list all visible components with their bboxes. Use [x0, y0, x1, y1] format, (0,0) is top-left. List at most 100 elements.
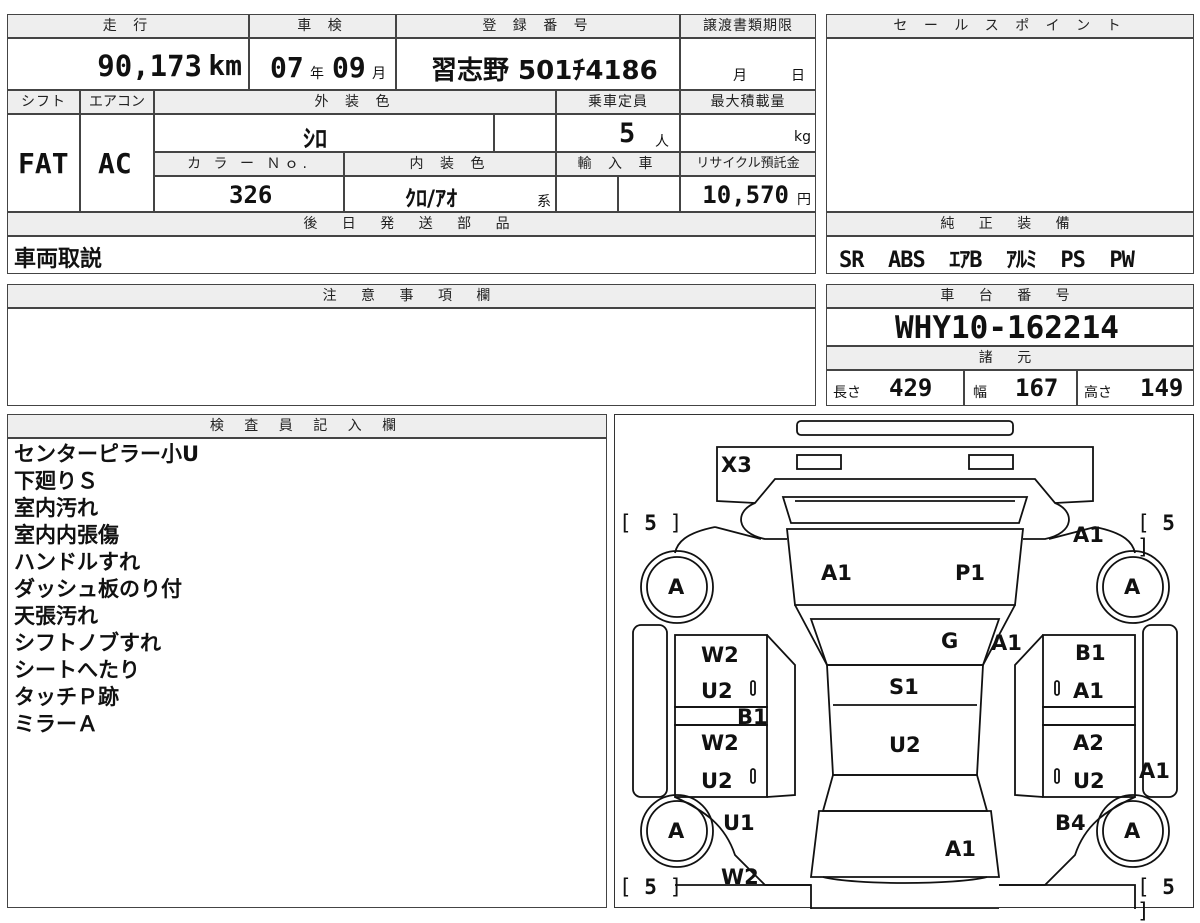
inspector-note: ハンドルすれ — [14, 550, 140, 574]
color-no-cell: 326 — [154, 176, 344, 212]
inspection-header: 車 検 — [249, 14, 396, 38]
later-parts-cell: 車両取説 — [7, 236, 816, 274]
recycle-fee-unit: 円 — [797, 192, 811, 208]
capacity-cell: 5 人 — [556, 114, 680, 152]
tire-grade-rl: A — [668, 819, 685, 843]
spec-height-label: 高さ — [1084, 385, 1112, 401]
interior-color-cell: ｸﾛ/ｱｵ 系 — [344, 176, 556, 212]
genuine-equipment-value: SR ABS ｴｱB ｱﾙﾐ PS PW — [839, 248, 1135, 273]
registration-cell: 習志野 501ﾁ4186 — [396, 38, 680, 90]
damage-label: A1 — [1073, 679, 1104, 703]
damage-label: W2 — [701, 731, 739, 755]
mileage-unit: km — [208, 49, 242, 82]
import-cell-1 — [556, 176, 618, 212]
spec-length-cell: 長さ 429 — [826, 370, 964, 406]
specs-header: 諸 元 — [826, 346, 1194, 370]
spec-width-cell: 幅 167 — [964, 370, 1077, 406]
transfer-deadline-header: 譲渡書類期限 — [680, 14, 816, 38]
transfer-month-unit: 月 — [733, 68, 747, 84]
inspector-note: 下廻りＳ — [14, 469, 98, 493]
chassis-cell: WHY10-162214 — [826, 308, 1194, 346]
shift-cell: FAT — [7, 114, 80, 212]
damage-label: B1 — [737, 705, 768, 729]
registration-value: 習志野 501ﾁ4186 — [431, 56, 658, 86]
tire-grade-fl: A — [668, 575, 685, 599]
tire-grade-fr: A — [1124, 575, 1141, 599]
inspector-note: ダッシュ板のり付 — [14, 577, 182, 601]
capacity-unit: 人 — [655, 134, 669, 150]
mileage-cell: 90,173 km — [7, 38, 249, 90]
recycle-fee-header: リサイクル預託金 — [680, 152, 816, 176]
inspection-month: 09 — [332, 51, 366, 84]
aircon-value: AC — [98, 147, 132, 180]
inspection-year: 07 — [270, 51, 304, 84]
damage-label: W2 — [701, 643, 739, 667]
recycle-fee-value: 10,570 — [702, 181, 789, 209]
damage-label: B4 — [1055, 811, 1086, 835]
mileage-header: 走 行 — [7, 14, 249, 38]
spec-height-cell: 高さ 149 — [1077, 370, 1194, 406]
spec-width-label: 幅 — [973, 385, 987, 401]
damage-label: A1 — [945, 837, 976, 861]
sales-point-header: セ ー ル ス ポ イ ン ト — [826, 14, 1194, 38]
max-load-header: 最大積載量 — [680, 90, 816, 114]
damage-label: W2 — [721, 865, 759, 889]
damage-label: A1 — [821, 561, 852, 585]
inspector-note: シートへたり — [14, 658, 140, 682]
color-no-value: 326 — [229, 181, 273, 209]
capacity-header: 乗車定員 — [556, 90, 680, 114]
exterior-color-header: 外 装 色 — [154, 90, 556, 114]
exterior-color-value: ｼﾛ — [303, 125, 327, 153]
damage-label: A1 — [1139, 759, 1170, 783]
inspection-year-unit: 年 — [310, 66, 324, 82]
inspector-cell: センターピラー小U 下廻りＳ 室内汚れ 室内内張傷 ハンドルすれ ダッシュ板のり… — [7, 438, 607, 908]
damage-label: G — [941, 629, 959, 653]
transfer-deadline-cell: 月 日 — [680, 38, 816, 90]
inspector-note: 天張汚れ — [14, 604, 98, 628]
aircon-header: エアコン — [80, 90, 154, 114]
tire-bracket-fr: [ 5 ] — [1137, 511, 1175, 559]
inspector-note: センターピラー小U — [14, 442, 200, 466]
capacity-value: 5 — [619, 118, 636, 149]
car-diagram: [ 5 ] [ 5 ] [ 5 ] [ 5 ] A A A A X3 A1 A1… — [614, 414, 1194, 923]
color-no-header: カ ラ ー Ｎｏ. — [154, 152, 344, 176]
aircon-cell: AC — [80, 114, 154, 212]
tire-grade-rr: A — [1124, 819, 1141, 843]
inspector-note: タッチＰ跡 — [14, 685, 119, 709]
import-header: 輸 入 車 — [556, 152, 680, 176]
inspector-note: 室内内張傷 — [14, 523, 119, 547]
genuine-equipment-cell: SR ABS ｴｱB ｱﾙﾐ PS PW — [826, 236, 1194, 274]
damage-label: A1 — [1073, 523, 1104, 547]
inspection-cell: 07 年 09 月 — [249, 38, 396, 90]
inspector-note: ミラーＡ — [14, 712, 98, 736]
spec-width-value: 167 — [1015, 374, 1059, 402]
caution-cell — [7, 308, 816, 406]
damage-label: U2 — [889, 733, 921, 757]
interior-color-suffix: 系 — [537, 194, 551, 210]
interior-color-header: 内 装 色 — [344, 152, 556, 176]
damage-label: A2 — [1073, 731, 1104, 755]
tire-bracket-rr: [ 5 ] — [1137, 875, 1175, 923]
spec-length-value: 429 — [889, 374, 933, 402]
shift-header: シフト — [7, 90, 80, 114]
max-load-unit: kg — [794, 129, 811, 145]
tire-bracket-fl: [ 5 ] — [619, 511, 683, 535]
mileage-value: 90,173 — [97, 49, 202, 83]
inspector-note: 室内汚れ — [14, 496, 98, 520]
transfer-day-unit: 日 — [791, 68, 805, 84]
damage-label: U2 — [701, 679, 733, 703]
genuine-equipment-header: 純 正 装 備 — [826, 212, 1194, 236]
damage-label: S1 — [889, 675, 919, 699]
interior-color-value: ｸﾛ/ｱｵ — [405, 187, 458, 212]
damage-label: X3 — [721, 453, 752, 477]
damage-label: P1 — [955, 561, 986, 585]
spec-height-value: 149 — [1140, 374, 1184, 402]
damage-label: U1 — [723, 811, 755, 835]
import-cell-2 — [618, 176, 680, 212]
later-parts-value: 車両取説 — [14, 247, 103, 272]
caution-header: 注 意 事 項 欄 — [7, 284, 816, 308]
damage-label: A1 — [991, 631, 1022, 655]
inspector-note: シフトノブすれ — [14, 631, 161, 655]
shift-value: FAT — [18, 147, 69, 180]
inspection-month-unit: 月 — [372, 66, 386, 82]
